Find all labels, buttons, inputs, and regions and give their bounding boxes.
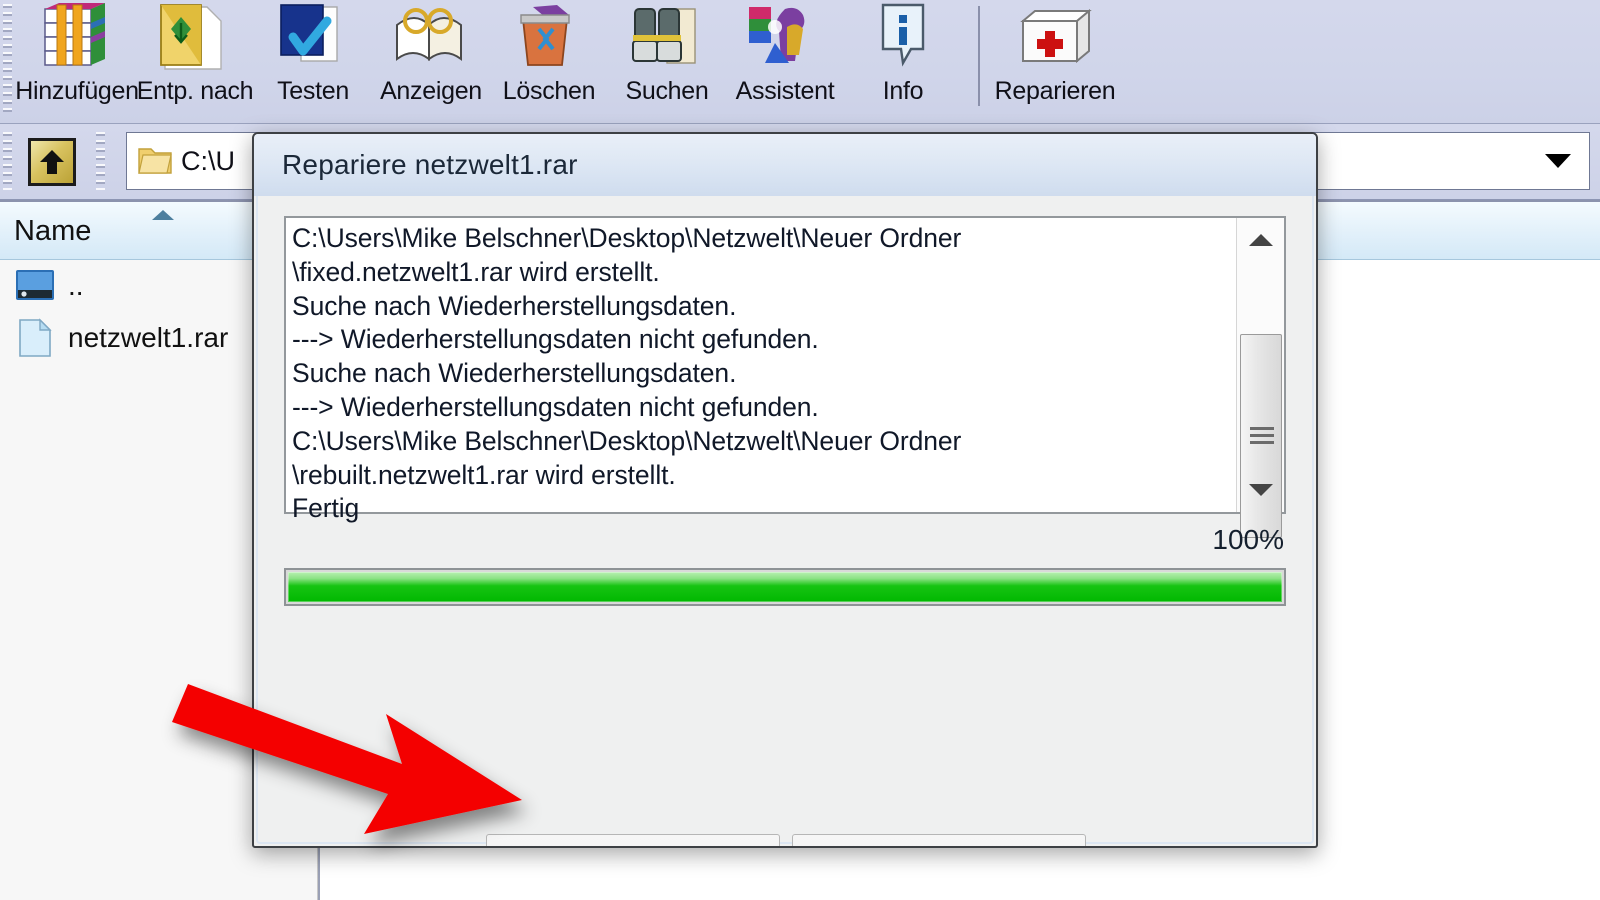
toolbar-button-add-label: Hinzufügen xyxy=(15,77,139,105)
scroll-down-arrow-icon[interactable] xyxy=(1237,468,1285,512)
repair-firstaid-icon xyxy=(1011,2,1099,76)
repair-log-text: C:\Users\Mike Belschner\Desktop\Netzwelt… xyxy=(292,223,962,524)
test-archive-icon xyxy=(269,2,357,76)
toolbar-drag-handle[interactable] xyxy=(3,4,12,116)
folder-icon xyxy=(137,145,173,177)
up-folder-arrow-icon xyxy=(28,138,76,186)
scrollbar-thumb-grip xyxy=(1250,427,1274,445)
toolbar-button-view-label: Anzeigen xyxy=(380,77,482,105)
toolbar-separator xyxy=(978,6,980,106)
toolbar-button-wizard[interactable]: Assistent xyxy=(726,0,844,122)
background-button-label: Hintergrund xyxy=(562,848,703,849)
up-one-level-button[interactable] xyxy=(22,134,82,190)
progress-bar-fill xyxy=(288,572,1282,602)
toolbar-button-repair-label: Reparieren xyxy=(994,77,1116,105)
rar-file-icon xyxy=(14,318,58,358)
view-icon xyxy=(387,2,475,76)
info-icon xyxy=(859,2,947,76)
address-bar-drag-handle-2[interactable] xyxy=(96,132,105,190)
list-item-label: netzwelt1.rar xyxy=(68,322,229,353)
extract-to-icon xyxy=(151,2,239,76)
toolbar-button-delete-label: Löschen xyxy=(502,77,596,105)
progress-percent-label: 100% xyxy=(1212,524,1284,555)
sort-ascending-icon xyxy=(152,210,174,220)
find-binoculars-icon xyxy=(623,2,711,76)
background-button[interactable]: Hintergrund xyxy=(486,834,780,849)
dialog-title: Repariere netzwelt1.rar xyxy=(282,149,578,180)
parent-folder-icon xyxy=(14,266,58,306)
dialog-titlebar[interactable]: Repariere netzwelt1.rar xyxy=(254,134,1316,196)
address-bar-drag-handle[interactable] xyxy=(3,132,12,190)
add-archive-icon xyxy=(33,2,121,76)
toolbar-button-repair[interactable]: Reparieren xyxy=(994,0,1116,122)
toolbar-button-find-label: Suchen xyxy=(625,77,709,105)
repair-log-box[interactable]: C:\Users\Mike Belschner\Desktop\Netzwelt… xyxy=(284,216,1286,538)
toolbar-button-delete[interactable]: Löschen xyxy=(490,0,608,122)
pause-button[interactable]: Pause xyxy=(792,834,1086,849)
toolbar-button-add[interactable]: Hinzufügen xyxy=(15,0,139,122)
main-toolbar: Hinzufügen Entp. nach Testen Anzeigen Lö… xyxy=(0,0,1600,124)
repair-dialog: Repariere netzwelt1.rar C:\Users\Mike Be… xyxy=(252,132,1318,848)
wizard-icon xyxy=(741,2,829,76)
toolbar-buttons: Hinzufügen Entp. nach Testen Anzeigen Lö… xyxy=(15,0,1116,124)
chevron-down-icon[interactable] xyxy=(1545,154,1571,168)
toolbar-button-find[interactable]: Suchen xyxy=(608,0,726,122)
toolbar-button-test-label: Testen xyxy=(277,77,349,105)
delete-icon xyxy=(505,2,593,76)
toolbar-button-wizard-label: Assistent xyxy=(735,77,835,105)
app-window: Name .. netzwelt1.rar Hinzufügen Entp. n… xyxy=(0,0,1600,900)
toolbar-button-info-label: Info xyxy=(882,77,924,105)
log-scrollbar[interactable] xyxy=(1236,218,1285,538)
toolbar-button-test[interactable]: Testen xyxy=(254,0,372,122)
pause-button-label: Pause xyxy=(901,848,978,849)
progress-bar xyxy=(284,568,1286,606)
list-item-label: .. xyxy=(68,270,84,301)
scroll-up-arrow-icon[interactable] xyxy=(1237,218,1285,262)
path-value: C:\U xyxy=(181,145,235,176)
toolbar-button-view[interactable]: Anzeigen xyxy=(372,0,490,122)
toolbar-button-extract-to-label: Entp. nach xyxy=(136,77,254,105)
column-header-name-label: Name xyxy=(14,214,92,247)
toolbar-button-info[interactable]: Info xyxy=(844,0,962,122)
toolbar-button-extract-to[interactable]: Entp. nach xyxy=(136,0,254,122)
